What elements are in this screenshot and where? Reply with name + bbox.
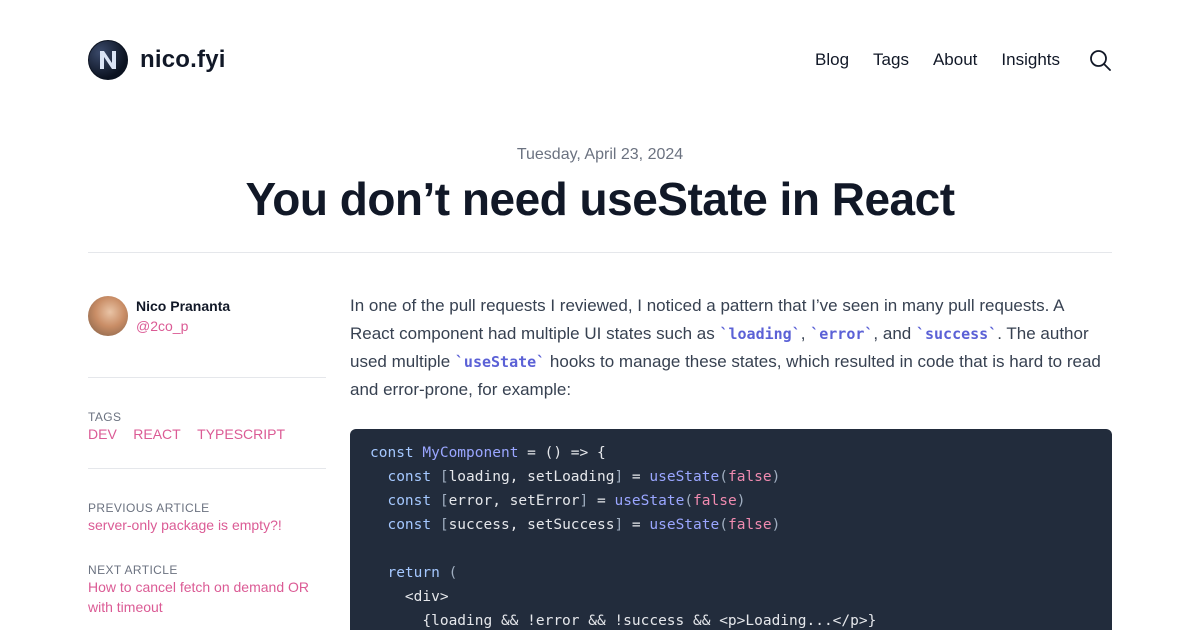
nav-blog[interactable]: Blog (815, 50, 849, 70)
code-line: {loading && !error && !success && <p>Loa… (370, 613, 877, 629)
previous-article-label: PREVIOUS ARTICLE (88, 501, 210, 515)
site-header: nico.fyi Blog Tags About Insights (88, 40, 1112, 80)
tag-dev[interactable]: DEV (88, 426, 117, 442)
code-line: return ( (370, 565, 458, 581)
author-name: Nico Prananta (136, 298, 231, 314)
header-divider (88, 252, 1112, 253)
inline-code: `success` (915, 325, 998, 343)
author-card: Nico Prananta @2co_p (88, 296, 326, 336)
next-article-section: NEXT ARTICLE How to cancel fetch on dema… (88, 563, 326, 617)
code-line: const [error, setError] = useState(false… (370, 493, 746, 509)
inline-code: `loading` (719, 325, 801, 343)
inline-code: `useState` (454, 353, 546, 371)
article-date: Tuesday, April 23, 2024 (516, 146, 684, 163)
code-block[interactable]: const MyComponent = () => { const [loadi… (350, 429, 1112, 630)
brand-link[interactable]: nico.fyi (88, 40, 226, 80)
next-article-label: NEXT ARTICLE (88, 563, 178, 577)
previous-article-section: PREVIOUS ARTICLE server-only package is … (88, 501, 326, 535)
inline-code: `error` (810, 325, 874, 343)
nav-insights[interactable]: Insights (1001, 50, 1060, 70)
main-nav: Blog Tags About Insights (815, 48, 1112, 72)
previous-article-link[interactable]: server-only package is empty?! (88, 515, 326, 535)
avatar (88, 296, 128, 336)
article-body: In one of the pull requests I reviewed, … (350, 292, 1112, 404)
sidebar-divider (88, 468, 326, 469)
author-handle-link[interactable]: @2co_p (136, 316, 230, 336)
tags-label: TAGS (88, 410, 122, 424)
tag-react[interactable]: REACT (133, 426, 180, 442)
nav-tags[interactable]: Tags (873, 50, 909, 70)
article-paragraph: In one of the pull requests I reviewed, … (350, 296, 1101, 399)
logo-icon (88, 40, 128, 80)
code-line: const [loading, setLoading] = useState(f… (370, 469, 781, 485)
next-article-link[interactable]: How to cancel fetch on demand OR with ti… (88, 577, 326, 617)
article-sidebar: Nico Prananta @2co_p TAGS DEV REACT TYPE… (88, 296, 326, 617)
tags-section: TAGS DEV REACT TYPESCRIPT (88, 410, 326, 444)
code-line: const [success, setSuccess] = useState(f… (370, 517, 781, 533)
nav-about[interactable]: About (933, 50, 977, 70)
code-line: <div> (370, 589, 449, 605)
sidebar-divider (88, 377, 326, 378)
site-name: nico.fyi (140, 46, 226, 73)
code-line: const MyComponent = () => { (370, 445, 606, 461)
code-line: ​ (370, 537, 1092, 561)
tag-typescript[interactable]: TYPESCRIPT (197, 426, 285, 442)
article-title: You don’t need useState in React (245, 173, 955, 225)
search-icon[interactable] (1088, 48, 1112, 72)
